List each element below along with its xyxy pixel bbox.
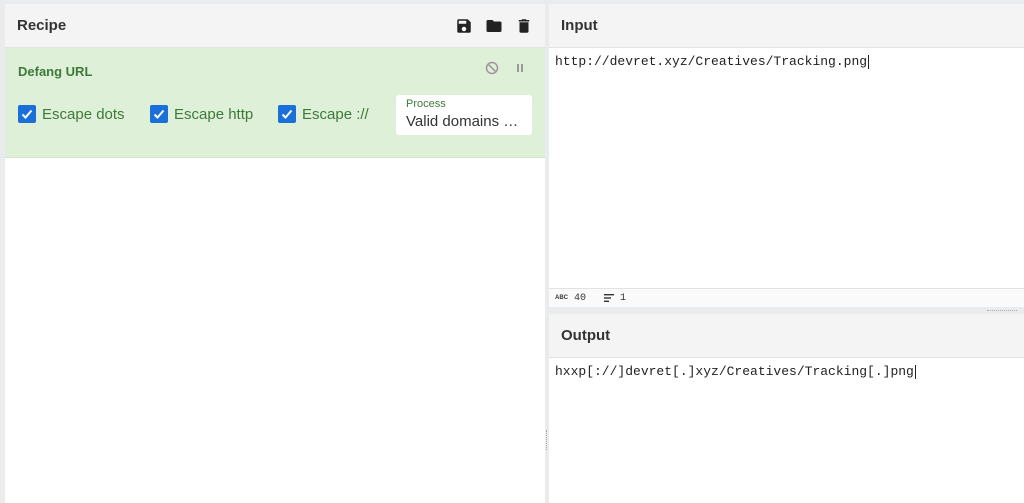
process-select[interactable]: Process Valid domains and full URLs (396, 95, 532, 135)
char-count-value: 40 (574, 292, 587, 304)
lines-icon (604, 294, 615, 302)
abc-icon: ABC (555, 295, 568, 301)
text-caret (914, 364, 916, 379)
char-count: ABC 40 (555, 293, 586, 304)
pause-icon[interactable] (513, 61, 527, 75)
escape-dots-checkbox[interactable]: Escape dots (18, 105, 125, 123)
folder-icon[interactable] (485, 17, 503, 35)
output-panel: Output hxxp[://]devret[.]xyz/Creatives/T… (549, 314, 1024, 503)
checkbox-checked-icon (278, 105, 296, 123)
disable-icon[interactable] (485, 61, 499, 75)
escape-http-checkbox[interactable]: Escape http (150, 105, 253, 123)
escape-dots-label: Escape dots (42, 105, 125, 123)
escape-http-label: Escape http (174, 105, 254, 123)
recipe-toolbar (455, 17, 533, 35)
process-value: Valid domains and full URLs (406, 113, 522, 130)
output-text-area[interactable]: hxxp[://]devret[.]xyz/Creatives/Tracking… (549, 358, 1024, 385)
operation-controls (485, 61, 527, 75)
input-header: Input (549, 4, 1024, 48)
output-text: hxxp[://]devret[.]xyz/Creatives/Tracking… (555, 364, 914, 379)
line-count: 1 (604, 293, 626, 304)
trash-icon[interactable] (515, 17, 533, 35)
input-title: Input (561, 17, 598, 34)
recipe-header: Recipe (5, 4, 545, 48)
escape-protocol-label: Escape :// (302, 105, 369, 123)
checkbox-checked-icon (150, 105, 168, 123)
input-text-area[interactable]: http://devret.xyz/Creatives/Tracking.png (549, 48, 1024, 75)
recipe-title: Recipe (17, 17, 67, 34)
recipe-panel: Recipe Defang URL Escape dots Escape htt… (5, 4, 545, 503)
operation-title: Defang URL (18, 64, 93, 79)
defang-url-operation[interactable]: Defang URL Escape dots Escape http Escap… (5, 48, 545, 158)
horizontal-splitter[interactable] (549, 307, 1024, 314)
text-caret (868, 54, 870, 69)
input-status-bar: ABC 40 1 (549, 288, 1024, 307)
output-title: Output (561, 327, 611, 344)
operation-args: Escape dots Escape http Escape :// Proce… (18, 95, 532, 135)
line-count-value: 1 (620, 292, 627, 304)
output-header: Output (549, 314, 1024, 358)
input-text: http://devret.xyz/Creatives/Tracking.png (555, 54, 868, 69)
escape-protocol-checkbox[interactable]: Escape :// (278, 105, 369, 123)
splitter-grip-icon (987, 310, 1017, 311)
process-label: Process (406, 98, 446, 110)
checkbox-checked-icon (18, 105, 36, 123)
input-panel: Input http://devret.xyz/Creatives/Tracki… (549, 4, 1024, 307)
save-icon[interactable] (455, 17, 473, 35)
